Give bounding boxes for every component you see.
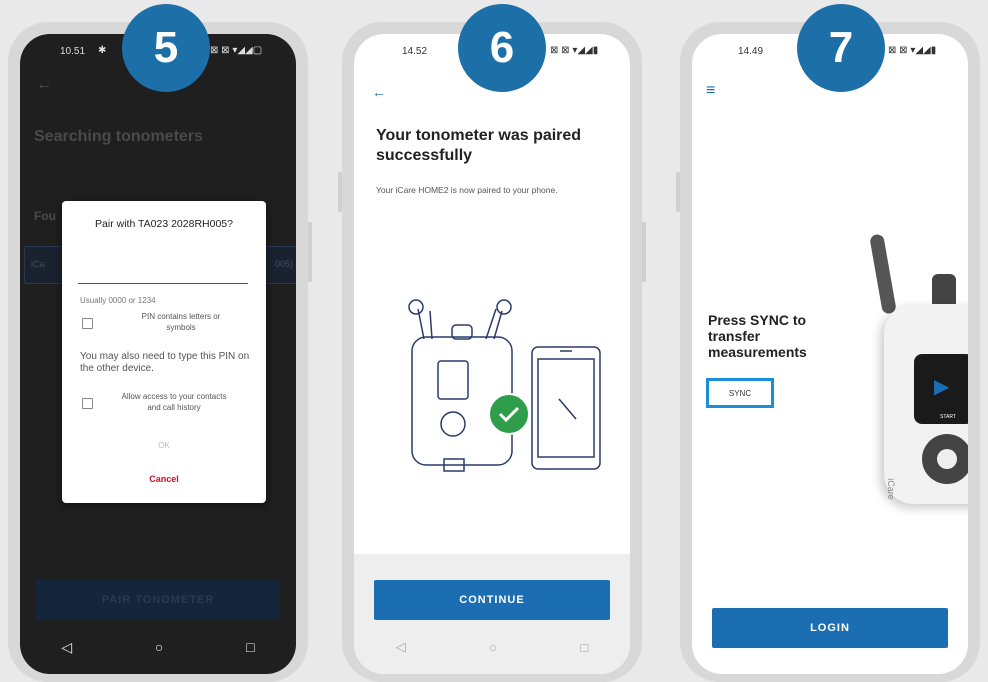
- pair-tonometer-button[interactable]: PAIR TONOMETER: [36, 580, 280, 620]
- dialog-title: Pair with TA023 2028RH005?: [95, 218, 233, 230]
- contacts-checkbox-label: Allow access to your contacts and call h…: [121, 392, 227, 412]
- back-arrow-icon[interactable]: ←: [372, 84, 386, 100]
- login-button[interactable]: LOGIN: [712, 608, 948, 648]
- continue-button[interactable]: CONTINUE: [374, 580, 610, 620]
- pair-dialog: Pair with TA023 2028RH005? Usually 0000 …: [62, 201, 266, 503]
- contacts-checkbox[interactable]: [82, 398, 93, 409]
- recents-nav-icon[interactable]: □: [580, 640, 588, 655]
- recents-nav-icon[interactable]: □: [246, 639, 254, 655]
- android-nav-bar: ◁ ○ □: [20, 626, 296, 668]
- page-title: Your tonometer was paired successfully: [376, 127, 582, 164]
- phone-2: 14.52 ⊠ ⊠ ▾◢◢▮ ← Your tonometer was pair…: [338, 4, 646, 682]
- phone-3: 14.49 ⊠ ⊠ ▾◢◢▮ ≡ ▶ START iCare Press SYN…: [676, 4, 980, 682]
- pin-input[interactable]: [78, 283, 248, 284]
- cancel-button[interactable]: Cancel: [62, 474, 266, 484]
- status-time: 10.51: [60, 46, 86, 57]
- step-badge-5: 5: [122, 4, 210, 92]
- phone-1-screen: 10.51 ✱ ⊠ ⊠ ▾◢◢▢ ← Searching tonometers …: [20, 34, 296, 674]
- paired-illustration: [408, 299, 601, 472]
- back-nav-icon[interactable]: ◁: [61, 639, 72, 656]
- home-nav-icon[interactable]: ○: [155, 639, 163, 655]
- check-icon: [488, 393, 530, 435]
- device-brand-label: iCare: [885, 478, 896, 500]
- back-arrow-icon[interactable]: ←: [36, 76, 52, 94]
- status-time: 14.52: [402, 46, 428, 57]
- page-title: Searching tonometers: [34, 128, 203, 145]
- pin-hint: Usually 0000 or 1234: [80, 296, 156, 305]
- letters-checkbox-label: PIN contains letters or symbols: [141, 312, 221, 332]
- status-time: 14.49: [738, 46, 764, 57]
- home-nav-icon[interactable]: ○: [489, 640, 497, 655]
- device-name-right: 005): [274, 259, 293, 269]
- phone-1: 10.51 ✱ ⊠ ⊠ ▾◢◢▢ ← Searching tonometers …: [8, 4, 312, 682]
- found-label: Fou: [34, 209, 56, 223]
- status-icons: ⊠ ⊠ ▾◢◢▮: [550, 45, 599, 56]
- tonometer-device-image: ▶ START iCare: [869, 233, 968, 524]
- letters-checkbox[interactable]: [82, 318, 93, 329]
- android-nav-bar: ◁ ○ □: [354, 626, 630, 668]
- menu-icon[interactable]: ≡: [706, 82, 715, 100]
- pin-note: You may also need to type this PIN on th…: [80, 351, 250, 374]
- phone-3-screen: 14.49 ⊠ ⊠ ▾◢◢▮ ≡ ▶ START iCare Press SYN…: [692, 34, 968, 674]
- step-badge-6: 6: [458, 4, 546, 92]
- sync-button[interactable]: SYNC: [706, 378, 774, 408]
- phone-2-screen: 14.52 ⊠ ⊠ ▾◢◢▮ ← Your tonometer was pair…: [354, 34, 630, 674]
- page-subtitle: Your iCare HOME2 is now paired to your p…: [376, 185, 558, 195]
- device-name-left: iCa: [31, 259, 45, 269]
- bluetooth-icon: ✱: [98, 45, 107, 56]
- step-badge-7: 7: [797, 4, 885, 92]
- sync-headline: Press SYNC to transfer measurements: [708, 312, 807, 360]
- status-icons: ⊠ ⊠ ▾◢◢▢: [210, 45, 263, 56]
- back-nav-icon[interactable]: ◁: [396, 639, 406, 655]
- status-icons: ⊠ ⊠ ▾◢◢▮: [888, 45, 937, 56]
- ok-button[interactable]: OK: [62, 441, 266, 450]
- device-start-label: START: [940, 414, 956, 420]
